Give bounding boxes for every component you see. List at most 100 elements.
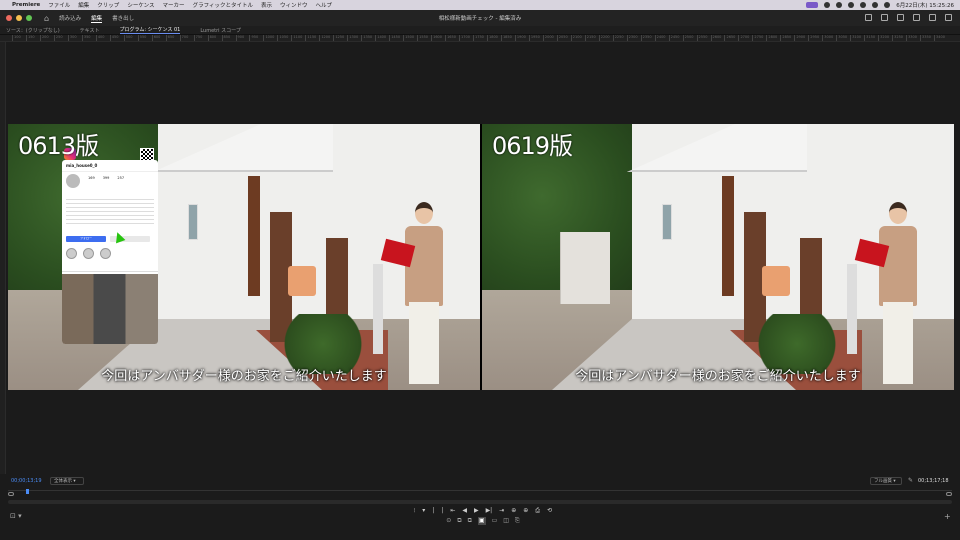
tab-source[interactable]: ソース：(クリップなし) xyxy=(6,27,60,34)
battery-icon[interactable] xyxy=(884,2,891,8)
menu-edit[interactable]: 編集 xyxy=(78,1,89,9)
vr-video-icon[interactable]: ▭ xyxy=(492,517,498,525)
avatar xyxy=(66,174,80,188)
share-frame-icon[interactable]: ⎘ xyxy=(515,517,520,525)
follow-button: フォロー xyxy=(66,236,106,242)
step-back-icon[interactable]: ◀ xyxy=(462,507,467,515)
version-label-right: 0619版 xyxy=(492,132,573,160)
fullscreen-icon[interactable] xyxy=(945,14,952,21)
add-marker-icon[interactable]: ⦙ xyxy=(414,507,415,515)
side-by-side-icon[interactable]: ◫ xyxy=(503,517,509,525)
tab-lumetri-scopes[interactable]: Lumetri スコープ xyxy=(200,27,241,34)
status-icon-1[interactable] xyxy=(824,2,831,8)
water-post xyxy=(373,264,383,354)
ruler-tick: 350 xyxy=(81,35,91,41)
menu-view[interactable]: 表示 xyxy=(261,1,272,9)
ruler-tick: 2500 xyxy=(682,35,693,41)
settings-wrench-icon[interactable]: ✎ xyxy=(908,477,913,484)
ruler-tick: 1550 xyxy=(417,35,428,41)
ruler-tick: 2350 xyxy=(640,35,652,41)
status-highlight-icon[interactable] xyxy=(806,2,819,8)
ruler-tick: 1050 xyxy=(277,35,288,41)
ruler-tick: 2800 xyxy=(766,35,777,41)
menu-sequence[interactable]: シーケンス xyxy=(127,1,154,9)
ruler-tick: 1750 xyxy=(473,35,484,41)
monitor-options-bar: 00;00;13;19 全体表示 ▾ フル画質 ▾ ✎ 00;13;17;18 xyxy=(0,474,960,488)
menu-app[interactable]: Premiere xyxy=(12,2,40,8)
menu-icon[interactable] xyxy=(913,14,920,21)
profile-bio xyxy=(66,196,154,226)
ruler-tick: 650 xyxy=(165,35,174,41)
play-icon[interactable]: ▶ xyxy=(474,507,479,515)
tab-edit[interactable]: 編集 xyxy=(91,14,103,23)
notification-icon[interactable] xyxy=(929,14,936,21)
go-to-in-icon[interactable]: ⇤ xyxy=(450,507,455,515)
tab-export[interactable]: 書き出し xyxy=(112,14,134,22)
clock[interactable]: 6月22日(木) 15:25:26 xyxy=(896,1,954,9)
proxy-toggle-icon[interactable]: ⧉ xyxy=(468,517,472,525)
horizontal-ruler: 100 150 200 250 300 350 400 450 500 550 600 650 700 7… xyxy=(0,35,960,42)
in-point-handle[interactable] xyxy=(8,492,14,496)
ruler-tick: 850 xyxy=(221,35,230,41)
mark-in-icon[interactable]: | xyxy=(432,507,434,515)
menu-help[interactable]: ヘルプ xyxy=(316,1,333,9)
status-icon-2[interactable] xyxy=(836,2,843,8)
share-icon[interactable] xyxy=(897,14,904,21)
overwrite-icon[interactable]: ⊕ xyxy=(523,507,528,515)
video-frame-right: 0619版 今回はアンバサダー様のお家をご紹介いたします xyxy=(482,124,954,390)
menu-graphics[interactable]: グラフィックとタイトル xyxy=(193,1,253,9)
ruler-tick: 2750 xyxy=(752,35,763,41)
tab-text[interactable]: テキスト xyxy=(80,27,100,34)
close-window-icon[interactable] xyxy=(6,15,12,21)
mark-out-icon[interactable]: | xyxy=(441,507,443,515)
document-title: 相松様新動画チェック - 編集済み xyxy=(438,16,522,22)
out-point-handle[interactable] xyxy=(946,492,952,496)
frame-crop-icon[interactable]: ⊡ ▾ xyxy=(10,512,22,520)
multicam-icon[interactable]: ⧉ xyxy=(457,517,461,525)
home-icon[interactable]: ⌂ xyxy=(44,14,49,23)
menu-marker[interactable]: マーカー xyxy=(163,1,185,9)
comparison-view-icon[interactable]: ▣ xyxy=(477,517,486,525)
ruler-tick: 800 xyxy=(207,35,216,41)
playback-resolution-dropdown[interactable]: フル画質 ▾ xyxy=(870,477,902,485)
ruler-tick: 950 xyxy=(249,35,258,41)
zoom-scrollbar[interactable] xyxy=(8,500,952,504)
ruler-tick: 550 xyxy=(137,35,146,41)
ruler-tick: 2850 xyxy=(780,35,791,41)
safe-margins-icon[interactable]: ⊙ xyxy=(446,517,451,525)
step-forward-icon[interactable]: ▶| xyxy=(486,507,493,515)
marker-menu-icon[interactable]: ▾ xyxy=(422,507,425,515)
ruler-tick: 500 xyxy=(123,35,132,41)
insert-icon[interactable]: ⊕ xyxy=(511,507,516,515)
transport-controls-secondary: ⊙ ⧉ ⧉ ▣ ▭ ◫ ⎘ xyxy=(398,517,568,525)
menu-window[interactable]: ウィンドウ xyxy=(280,1,308,9)
video-frame-left: mia_house0_0 169 399 257 フォロー 0613版 今回はア… xyxy=(8,124,480,390)
menu-file[interactable]: ファイル xyxy=(48,1,70,9)
tab-program[interactable]: プログラム: シーケンス 01 xyxy=(119,26,181,34)
tab-import[interactable]: 読み込み xyxy=(59,14,81,22)
ruler-tick: 1250 xyxy=(333,35,344,41)
ruler-tick: 700 xyxy=(179,35,188,41)
time-ruler[interactable] xyxy=(8,489,952,496)
go-to-out-icon[interactable]: ⇥ xyxy=(499,507,504,515)
ruler-tick: 2000 xyxy=(542,35,554,41)
status-icon-4[interactable] xyxy=(860,2,867,8)
subtitle-left: 今回はアンバサダー様のお家をご紹介いたします xyxy=(101,369,387,384)
ruler-tick: 3200 xyxy=(878,35,889,41)
story-highlights xyxy=(66,248,111,259)
zoom-window-icon[interactable] xyxy=(26,15,32,21)
program-monitor[interactable]: mia_house0_0 169 399 257 フォロー 0613版 今回はア… xyxy=(8,124,954,390)
export-frame-icon[interactable]: ⎙ xyxy=(535,507,540,515)
ruler-tick: 400 xyxy=(95,35,105,41)
panel-icon[interactable] xyxy=(881,14,888,21)
status-icon-3[interactable] xyxy=(848,2,855,8)
zoom-level-dropdown[interactable]: 全体表示 ▾ xyxy=(50,477,84,485)
playhead[interactable] xyxy=(26,489,29,494)
minimize-window-icon[interactable] xyxy=(16,15,22,21)
button-editor-plus-icon[interactable]: + xyxy=(944,512,951,521)
workspace-icon[interactable] xyxy=(865,14,872,21)
current-timecode[interactable]: 00;00;13;19 xyxy=(11,478,42,484)
loop-icon[interactable]: ⟲ xyxy=(547,507,552,515)
wifi-icon[interactable] xyxy=(872,2,879,8)
menu-clip[interactable]: クリップ xyxy=(97,1,119,9)
